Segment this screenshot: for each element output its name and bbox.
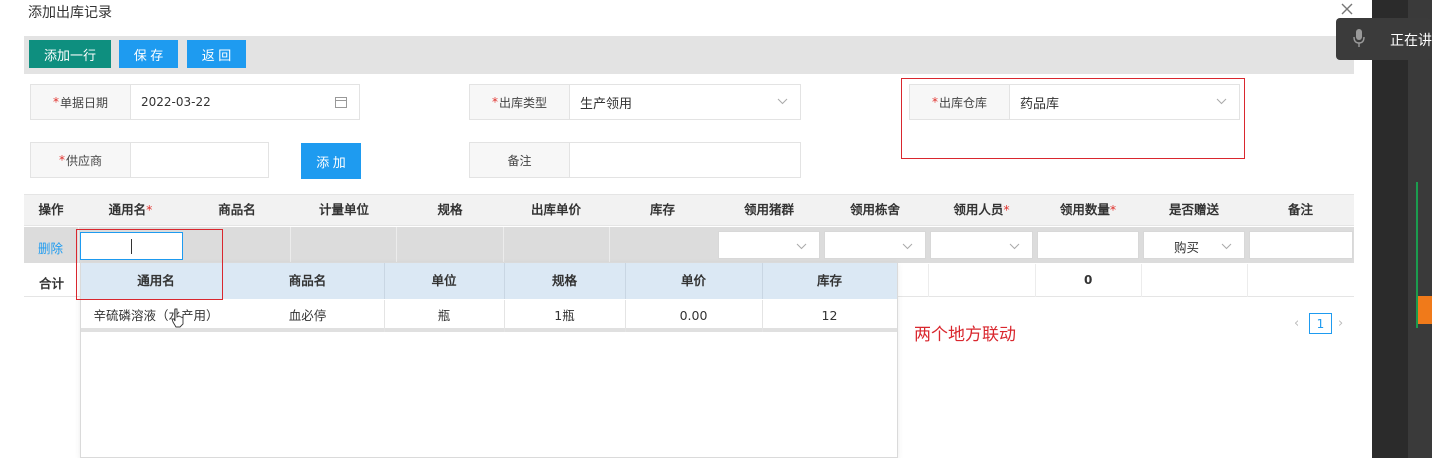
back-button[interactable]: 返 回 <box>187 40 246 68</box>
dd-col-price: 单价 <box>680 273 706 288</box>
out-type-field: * 出库类型 生产领用 <box>469 84 801 120</box>
pig-group-select[interactable] <box>718 231 820 259</box>
doc-date-input[interactable]: 2022-03-22 <box>131 85 359 119</box>
col-product-name: 商品名 <box>218 202 256 217</box>
summary-label: 合计 <box>39 276 65 291</box>
dd-cell-product[interactable]: 血必停 <box>231 300 384 332</box>
pager-current[interactable]: 1 <box>1309 313 1332 334</box>
out-type-select[interactable]: 生产领用 <box>570 85 800 119</box>
add-row-button[interactable]: 添加一行 <box>29 40 111 68</box>
summary-quantity: 0 <box>1084 273 1093 287</box>
col-price: 出库单价 <box>530 202 581 217</box>
doc-date-field: * 单据日期 2022-03-22 <box>30 84 360 120</box>
col-operation: 操作 <box>38 202 64 217</box>
add-supplier-button[interactable]: 添 加 <box>301 143 361 179</box>
dd-cell-price[interactable]: 0.00 <box>625 300 762 332</box>
hand-cursor-icon <box>171 308 184 328</box>
dd-cell-stock[interactable]: 12 <box>762 300 897 332</box>
user-avatar <box>1418 296 1432 324</box>
annotation-note: 两个地方联动 <box>914 325 1016 345</box>
pager-prev[interactable]: ‹ <box>1294 316 1299 331</box>
speaking-status: 正在讲 <box>1390 33 1432 49</box>
remark-label: 备注 <box>470 143 570 177</box>
dd-cell-unit[interactable]: 瓶 <box>384 300 504 332</box>
gift-select[interactable]: 购买 <box>1143 231 1245 259</box>
side-panel-edge <box>1408 0 1432 458</box>
col-stock: 库存 <box>649 202 675 217</box>
row-remark-input[interactable] <box>1249 231 1353 259</box>
dd-cell-spec[interactable]: 1瓶 <box>504 300 625 332</box>
supplier-label: * 供应商 <box>31 143 131 177</box>
quantity-input[interactable] <box>1037 231 1139 259</box>
dd-col-unit: 单位 <box>431 273 457 288</box>
barn-select[interactable] <box>824 231 926 259</box>
supplier-field: * 供应商 <box>30 142 269 178</box>
col-gift: 是否赠送 <box>1168 202 1219 217</box>
dd-col-product: 商品名 <box>288 273 327 288</box>
col-barn: 领用栋舍 <box>849 202 900 217</box>
table-header: 操作 通用名* 商品名 计量单位 规格 出库单价 库存 领用猪群 领用栋舍 领用… <box>24 194 1354 226</box>
calendar-icon[interactable] <box>335 96 347 108</box>
col-generic-name: 通用名* <box>108 202 153 217</box>
chevron-down-icon <box>777 98 788 105</box>
highlight-box-generic <box>76 229 223 300</box>
col-quantity: 领用数量* <box>1059 202 1117 217</box>
out-type-label: * 出库类型 <box>470 85 570 119</box>
remark-input[interactable] <box>570 143 800 177</box>
dd-col-spec: 规格 <box>551 273 577 288</box>
col-spec: 规格 <box>437 202 463 217</box>
doc-date-label: * 单据日期 <box>31 85 131 119</box>
person-select[interactable] <box>930 231 1033 259</box>
pager-next[interactable]: › <box>1338 316 1343 331</box>
chevron-down-icon <box>902 243 913 250</box>
remark-field: 备注 <box>469 142 801 178</box>
chevron-down-icon <box>1009 243 1020 250</box>
col-remark: 备注 <box>1287 202 1313 217</box>
chevron-down-icon <box>796 243 807 250</box>
col-unit: 计量单位 <box>318 202 369 217</box>
microphone-icon <box>1353 29 1365 47</box>
dialog-title: 添加出库记录 <box>28 5 112 21</box>
delete-link[interactable]: 删除 <box>38 238 63 257</box>
close-icon[interactable] <box>1340 2 1354 16</box>
highlight-box-warehouse <box>901 78 1245 159</box>
dd-cell-generic[interactable]: 辛硫磷溶液（水产用） <box>81 300 231 332</box>
col-person: 领用人员* <box>953 202 1010 217</box>
dd-col-stock: 库存 <box>816 273 842 288</box>
col-pig-group: 领用猪群 <box>743 202 794 217</box>
save-button[interactable]: 保 存 <box>119 40 178 68</box>
chevron-down-icon <box>1221 243 1232 250</box>
supplier-input[interactable] <box>131 143 268 177</box>
